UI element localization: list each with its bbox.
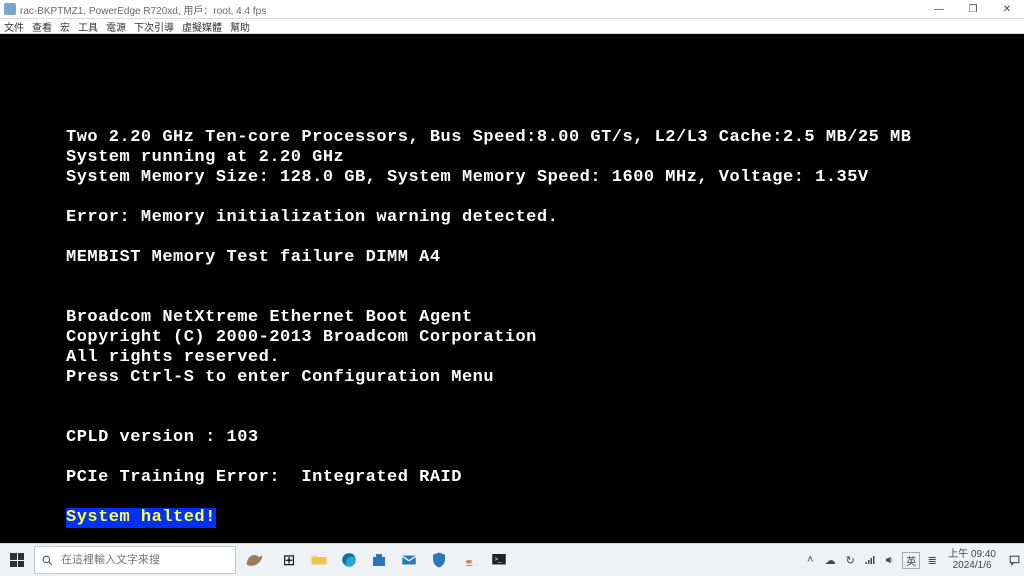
tray-network-icon[interactable] xyxy=(860,554,880,566)
action-center-icon[interactable] xyxy=(1004,554,1024,567)
ime-language[interactable]: 英 xyxy=(902,552,920,569)
search-icon xyxy=(35,554,59,567)
ime-mode-icon[interactable]: ≣ xyxy=(922,554,942,567)
terminal-icon[interactable]: >_ xyxy=(484,544,514,576)
menu-power[interactable]: 電源 xyxy=(106,19,126,34)
window-buttons: — ❐ ✕ xyxy=(922,0,1024,18)
remote-console[interactable]: Two 2.20 GHz Ten-core Processors, Bus Sp… xyxy=(0,34,1024,544)
tray-sync-icon[interactable]: ↻ xyxy=(840,554,860,567)
tray-onedrive-icon[interactable]: ☁ xyxy=(820,554,840,567)
post-line: Press Ctrl-S to enter Configuration Menu xyxy=(66,368,494,387)
menu-tools[interactable]: 工具 xyxy=(78,19,98,34)
post-line: CPLD version : 103 xyxy=(66,428,259,447)
viewer-menubar: 文件 查看 宏 工具 電源 下次引導 虛擬媒體 幫助 xyxy=(0,19,1024,34)
cortana-icon[interactable] xyxy=(242,547,268,573)
edge-icon[interactable] xyxy=(334,544,364,576)
post-line: MEMBIST Memory Test failure DIMM A4 xyxy=(66,248,441,267)
post-line: PCIe Training Error: Integrated RAID xyxy=(66,468,462,487)
security-icon[interactable] xyxy=(424,544,454,576)
tray-chevron-icon[interactable]: ˄ xyxy=(800,554,820,566)
window-title: rac-BKPTMZ1, PowerEdge R720xd, 用戶：root, … xyxy=(20,2,922,17)
menu-nextboot[interactable]: 下次引導 xyxy=(134,19,174,34)
mail-icon[interactable] xyxy=(394,544,424,576)
svg-text:>_: >_ xyxy=(495,557,503,563)
tray-clock[interactable]: 上午 09:40 2024/1/6 xyxy=(948,549,996,571)
tray-time: 上午 09:40 xyxy=(948,549,996,560)
taskbar-search[interactable] xyxy=(34,546,236,574)
file-explorer-icon[interactable] xyxy=(304,544,334,576)
menu-help[interactable]: 幫助 xyxy=(230,19,250,34)
menu-file[interactable]: 文件 xyxy=(4,19,24,34)
app-icon xyxy=(4,3,16,15)
menu-view[interactable]: 查看 xyxy=(32,19,52,34)
system-tray: ˄ ☁ ↻ 英 ≣ 上午 09:40 2024/1/6 xyxy=(800,549,1024,571)
post-line: All rights reserved. xyxy=(66,348,280,367)
taskbar: ⊞ >_ ˄ ☁ ↻ 英 ≣ 上午 09:40 2024/1/6 xyxy=(0,543,1024,576)
system-halted-banner: System halted! xyxy=(66,508,216,528)
tray-volume-icon[interactable] xyxy=(880,554,900,566)
post-line: System running at 2.20 GHz xyxy=(66,148,344,167)
search-input[interactable] xyxy=(59,553,235,567)
restore-button[interactable]: ❐ xyxy=(956,0,990,18)
java-icon[interactable] xyxy=(454,544,484,576)
post-line: Error: Memory initialization warning det… xyxy=(66,208,558,227)
post-line: System Memory Size: 128.0 GB, System Mem… xyxy=(66,168,869,187)
post-line: Copyright (C) 2000-2013 Broadcom Corpora… xyxy=(66,328,537,347)
post-line: Broadcom NetXtreme Ethernet Boot Agent xyxy=(66,308,473,327)
viewer-titlebar: rac-BKPTMZ1, PowerEdge R720xd, 用戶：root, … xyxy=(0,0,1024,19)
taskbar-pinned: ⊞ >_ xyxy=(274,544,514,576)
start-button[interactable] xyxy=(0,544,34,576)
tray-date: 2024/1/6 xyxy=(948,560,996,571)
menu-macro[interactable]: 宏 xyxy=(60,19,70,34)
post-output: Two 2.20 GHz Ten-core Processors, Bus Sp… xyxy=(66,108,984,548)
windows-logo-icon xyxy=(10,553,24,567)
menu-vmedia[interactable]: 虛擬媒體 xyxy=(182,19,222,34)
close-button[interactable]: ✕ xyxy=(990,0,1024,18)
store-icon[interactable] xyxy=(364,544,394,576)
task-view-button[interactable]: ⊞ xyxy=(274,544,304,576)
minimize-button[interactable]: — xyxy=(922,0,956,18)
post-line: Two 2.20 GHz Ten-core Processors, Bus Sp… xyxy=(66,128,911,147)
